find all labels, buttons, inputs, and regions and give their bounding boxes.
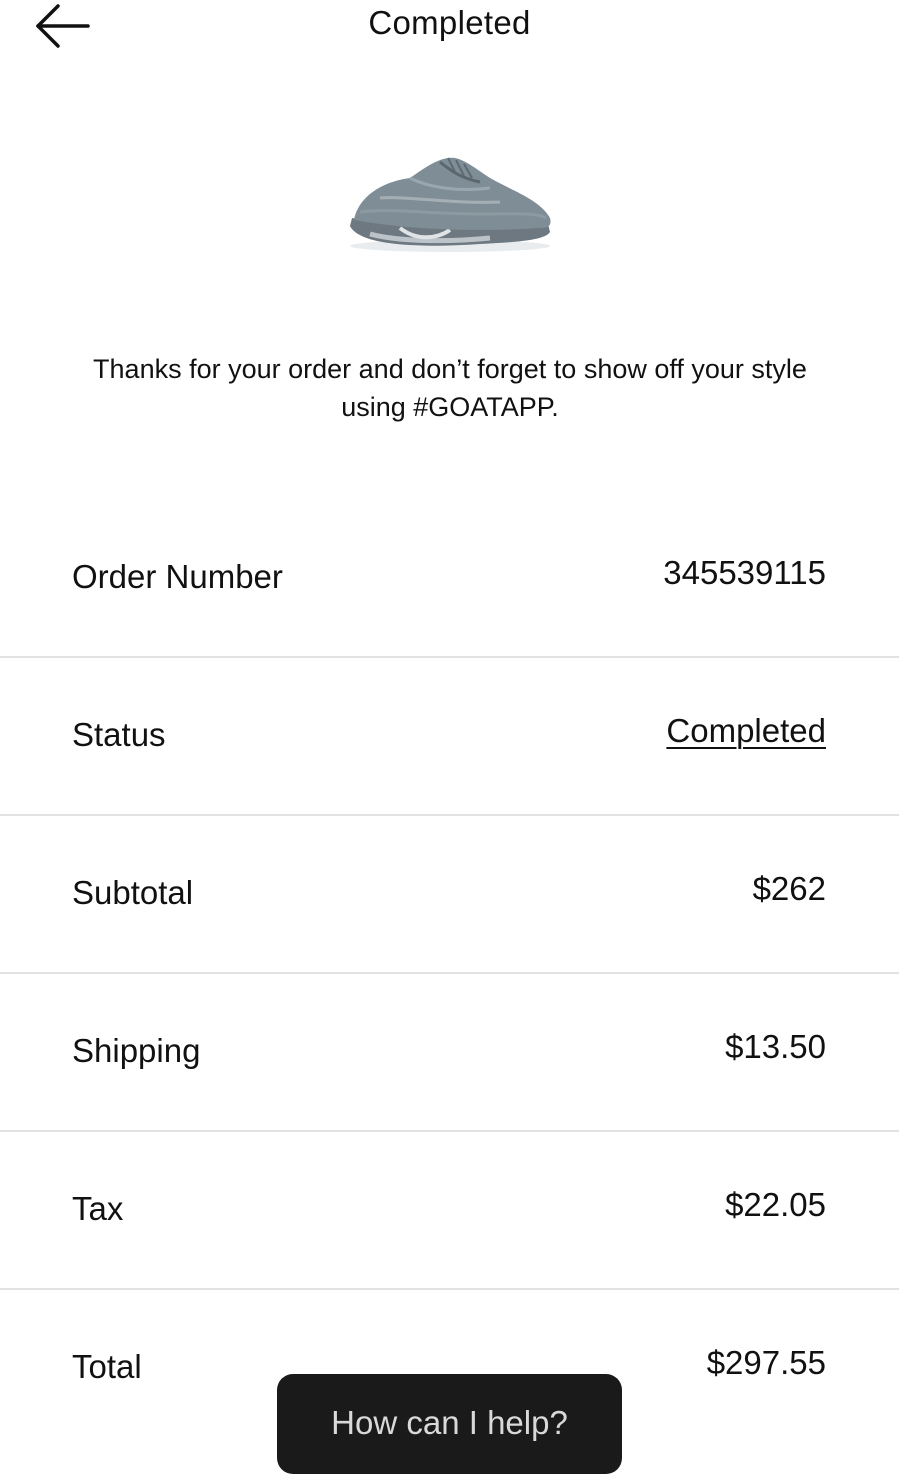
total-value: $297.55 bbox=[706, 1344, 826, 1381]
top-bar: Completed bbox=[0, 0, 899, 60]
page-title: Completed bbox=[368, 4, 531, 41]
status-row: Status Completed bbox=[0, 658, 899, 816]
row-label: Status bbox=[72, 716, 166, 753]
tax-row: Tax $22.05 bbox=[0, 1132, 899, 1290]
row-label: Tax bbox=[72, 1190, 124, 1227]
thank-you-message: Thanks for your order and don’t forget t… bbox=[93, 354, 807, 422]
row-label: Total bbox=[72, 1348, 142, 1385]
row-label: Shipping bbox=[72, 1032, 201, 1069]
row-label: Order Number bbox=[72, 558, 283, 595]
status-link[interactable]: Completed bbox=[666, 712, 826, 750]
subtotal-value: $262 bbox=[752, 870, 826, 907]
sneaker-image bbox=[350, 157, 551, 252]
help-chat-button[interactable]: How can I help? bbox=[277, 1374, 622, 1474]
product-image bbox=[340, 148, 560, 258]
shipping-row: Shipping $13.50 bbox=[0, 974, 899, 1132]
tax-value: $22.05 bbox=[725, 1186, 826, 1223]
shipping-value: $13.50 bbox=[725, 1028, 826, 1065]
row-label: Subtotal bbox=[72, 874, 194, 911]
subtotal-row: Subtotal $262 bbox=[0, 816, 899, 974]
order-number-row: Order Number 345539115 bbox=[0, 500, 899, 658]
order-number-value: 345539115 bbox=[663, 554, 826, 591]
order-details-list: Order Number 345539115 Status Completed … bbox=[0, 500, 899, 1448]
